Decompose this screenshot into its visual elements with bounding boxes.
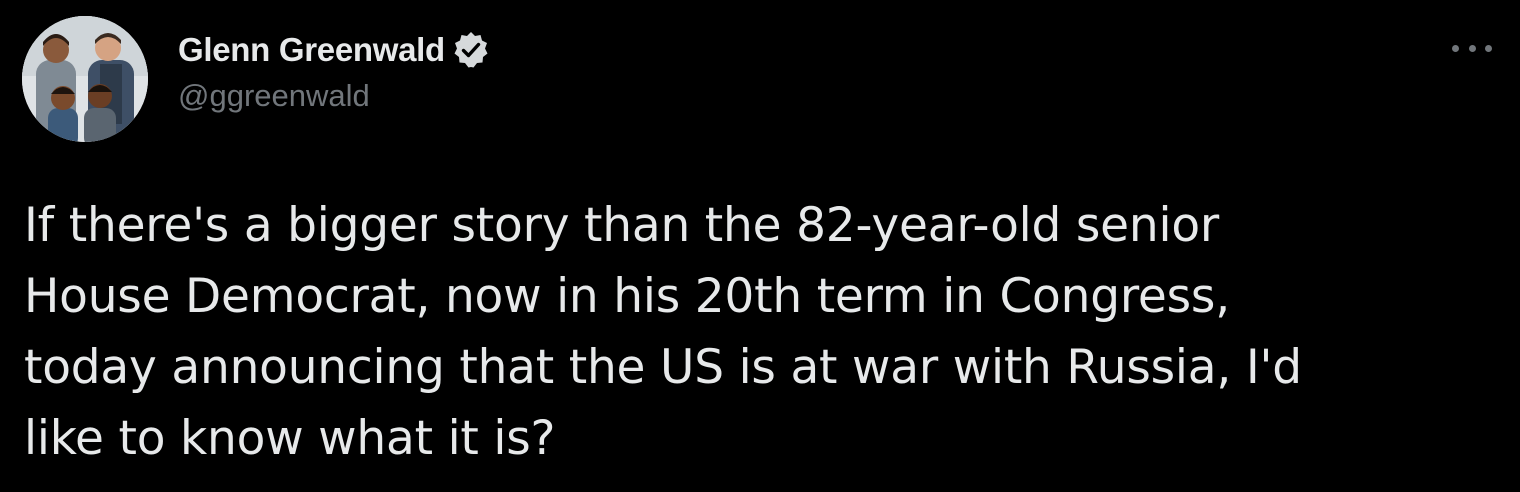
tweet-text-line: House Democrat, now in his 20th term in …	[24, 269, 1230, 324]
tweet-text-line: today announcing that the US is at war w…	[24, 340, 1302, 395]
avatar-photo	[22, 16, 148, 142]
author-info: Glenn Greenwald @ggreenwald	[178, 28, 491, 114]
tweet-text-line: If there's a bigger story than the 82-ye…	[24, 198, 1220, 253]
more-dot	[1485, 44, 1492, 52]
more-dot	[1452, 44, 1459, 52]
more-dot	[1468, 44, 1476, 52]
tweet-card: Glenn Greenwald @ggreenwald If there's a…	[0, 0, 1520, 492]
tweet-text: If there's a bigger story than the 82-ye…	[24, 190, 1504, 474]
name-row: Glenn Greenwald	[178, 28, 491, 72]
verified-badge-icon	[451, 30, 491, 70]
user-handle[interactable]: @ggreenwald	[178, 78, 491, 114]
display-name[interactable]: Glenn Greenwald	[178, 31, 445, 69]
avatar[interactable]	[22, 16, 148, 142]
tweet-text-line: like to know what it is?	[24, 411, 556, 466]
more-options-icon[interactable]	[1452, 36, 1492, 60]
